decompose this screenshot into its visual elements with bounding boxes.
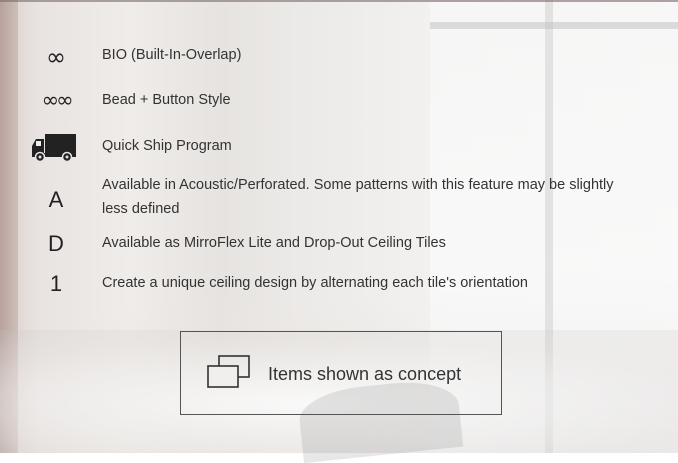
legend-item-label: Available in Acoustic/Perforated. Some p… <box>102 177 614 217</box>
truck-icon <box>30 133 78 167</box>
legend-item-label: BIO (Built-In-Overlap) <box>102 47 242 63</box>
legend-item-label: Quick Ship Program <box>102 138 232 154</box>
window-mullion-horizontal <box>430 22 678 29</box>
letter-d-icon: D <box>48 231 64 256</box>
letter-a-icon: A <box>48 187 64 212</box>
legend-item-label: Create a unique ceiling design by altern… <box>102 275 528 291</box>
concept-note-label: Items shown as concept <box>268 364 462 384</box>
number-1-icon: 1 <box>49 271 63 296</box>
background-top-edge <box>0 0 678 2</box>
overlapping-squares-icon <box>205 354 253 395</box>
infinity-icon: ∞ <box>46 43 66 71</box>
legend-item-label: Available as MirroFlex Lite and Drop-Out… <box>102 235 446 251</box>
legend-item-label: Bead + Button Style <box>102 92 231 108</box>
double-infinity-icon: ∞∞ <box>41 88 74 112</box>
